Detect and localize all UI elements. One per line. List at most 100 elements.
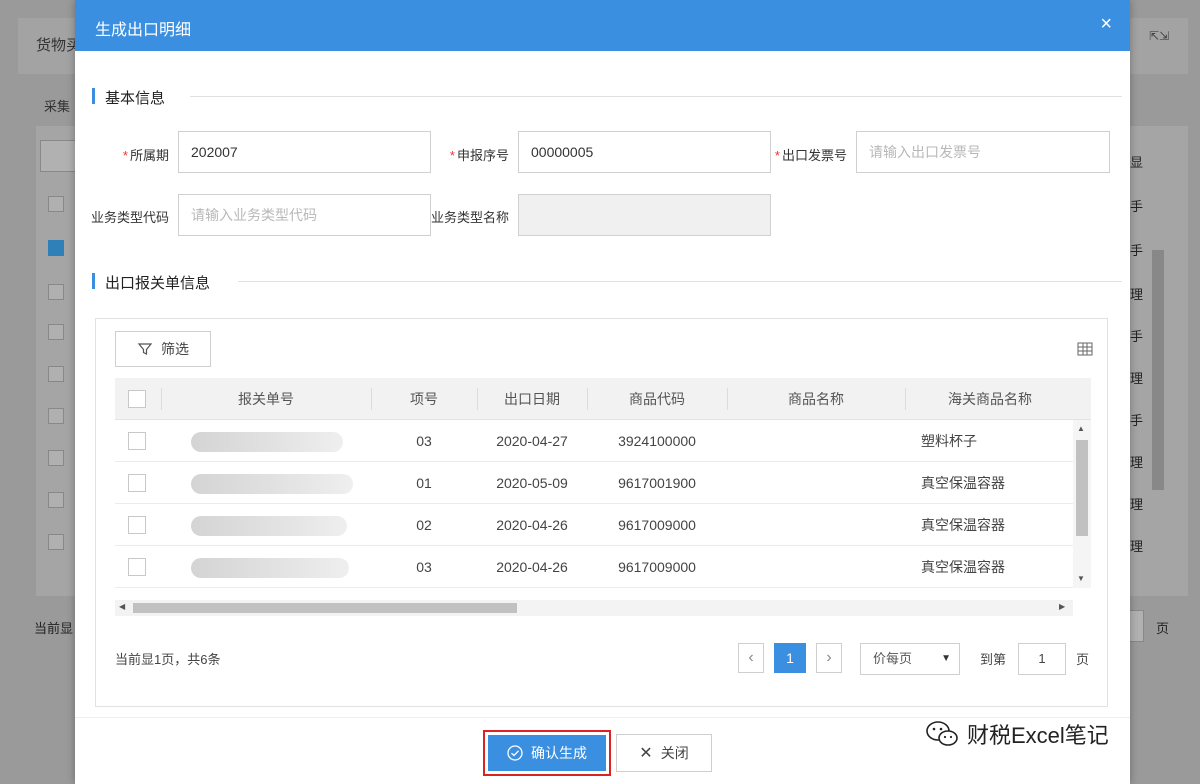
blurred-declaration-no: [191, 516, 347, 536]
table-header: 报关单号 项号 出口日期 商品代码 商品名称 海关商品名称: [115, 378, 1091, 420]
background-right-item: 手: [1130, 329, 1144, 344]
biztype-name-label: 业务类型名称: [430, 210, 509, 225]
cell-customs-goods-name: 真空保温容器: [921, 475, 1005, 491]
row-checkbox[interactable]: [128, 516, 146, 534]
cell-goods-name: [727, 420, 905, 462]
cell-goods-name: [727, 462, 905, 504]
background-right-item: 理: [1130, 455, 1144, 470]
current-page-button[interactable]: 1: [774, 643, 806, 673]
column-header-customs-goods-name[interactable]: 海关商品名称: [905, 378, 1075, 420]
section-divider: [238, 281, 1122, 282]
background-right-item: 理: [1130, 287, 1144, 302]
page-suffix: 页: [1076, 652, 1090, 667]
cell-item-no: 02: [416, 517, 432, 533]
row-checkbox[interactable]: [128, 474, 146, 492]
watermark: 财税Excel笔记: [925, 716, 1109, 752]
customs-table-panel: 筛选 报关单号 项号 出口日期 商品代码 商品名称 海关商品名称 03 2020…: [95, 318, 1108, 707]
background-footer-page: 页: [1156, 621, 1170, 636]
background-checkbox: [48, 366, 64, 382]
vertical-scroll-thumb[interactable]: [1076, 440, 1088, 536]
background-checkbox: [48, 284, 64, 300]
filter-button[interactable]: 筛选: [115, 331, 211, 367]
expand-icon: ⇱⇲: [1148, 29, 1170, 43]
section-customs-info: 出口报关单信息: [92, 271, 1122, 292]
cell-export-date: 2020-04-27: [496, 433, 568, 449]
biztype-name-input: [518, 194, 771, 236]
watermark-text: 财税Excel笔记: [967, 723, 1109, 748]
pager-info: 当前显1页，共6条: [115, 652, 221, 667]
generate-export-detail-dialog: 生成出口明细 × 基本信息 * 所属期 202007 * 申报序号 00000005…: [75, 0, 1130, 784]
section-divider: [190, 96, 1122, 97]
section-title: 基本信息: [105, 90, 166, 107]
period-input[interactable]: 202007: [178, 131, 431, 173]
section-accent-bar: [92, 88, 95, 104]
cell-goods-name: [727, 504, 905, 546]
funnel-icon: [137, 343, 153, 355]
cell-goods-code: 3924100000: [618, 433, 696, 449]
scroll-down-icon[interactable]: ▼: [1077, 574, 1085, 583]
background-checkbox: [48, 196, 64, 212]
column-header-item-no[interactable]: 项号: [371, 378, 477, 420]
page-size-select[interactable]: 价每页 ▼: [860, 643, 960, 675]
biztype-code-input[interactable]: 请输入业务类型代码: [178, 194, 431, 236]
prev-page-button[interactable]: ‹: [738, 643, 764, 673]
row-checkbox[interactable]: [128, 558, 146, 576]
dropdown-arrow-icon: ▼: [941, 653, 951, 664]
background-checkbox: [48, 534, 64, 550]
section-basic-info: 基本信息: [92, 86, 1122, 107]
check-circle-icon: [507, 745, 523, 761]
goto-label: 到第: [980, 652, 1007, 667]
serial-input[interactable]: 00000005: [518, 131, 771, 173]
close-x-icon: ✕: [639, 745, 653, 762]
cell-customs-goods-name: 塑料杯子: [921, 433, 977, 449]
background-tab: 采集: [44, 99, 71, 114]
cell-customs-goods-name: 真空保温容器: [921, 559, 1005, 575]
background-footer-info: 当前显: [34, 621, 74, 636]
row-checkbox[interactable]: [128, 432, 146, 450]
background-right-item: 显: [1130, 155, 1144, 170]
background-right-item: 手: [1130, 199, 1144, 214]
period-label-text: 所属期: [129, 148, 169, 163]
confirm-generate-button[interactable]: 确认生成: [488, 735, 606, 771]
period-label: * 所属期: [122, 148, 169, 163]
background-checkbox: [48, 492, 64, 508]
table-row[interactable]: 02 2020-04-26 9617009000 真空保温容器: [115, 504, 1073, 546]
background-right-item: 手: [1130, 413, 1144, 428]
cell-export-date: 2020-05-09: [496, 475, 568, 491]
background-right-item: 理: [1130, 497, 1144, 512]
table-row[interactable]: 03 2020-04-27 3924100000 塑料杯子: [115, 420, 1073, 462]
column-header-export-date[interactable]: 出口日期: [477, 378, 587, 420]
filter-label: 筛选: [161, 341, 189, 357]
horizontal-scroll-thumb[interactable]: [133, 603, 517, 613]
column-header-goods-code[interactable]: 商品代码: [587, 378, 727, 420]
cell-goods-code: 9617009000: [618, 517, 696, 533]
invoice-input[interactable]: 请输入出口发票号: [856, 131, 1110, 173]
column-header-goods-name[interactable]: 商品名称: [727, 378, 905, 420]
column-header-declaration-no[interactable]: 报关单号: [161, 378, 371, 420]
column-settings-icon[interactable]: [1077, 341, 1093, 357]
vertical-scrollbar[interactable]: ▲ ▼: [1073, 420, 1091, 588]
goto-page-input[interactable]: 1: [1018, 643, 1066, 675]
confirm-highlight-frame: 确认生成: [483, 730, 611, 776]
close-icon[interactable]: ×: [1100, 13, 1112, 35]
background-checkbox-checked: [48, 240, 64, 256]
blurred-declaration-no: [191, 558, 349, 578]
background-filter-button: [40, 140, 80, 172]
horizontal-scrollbar[interactable]: ◀ ▶: [115, 600, 1073, 616]
section-accent-bar: [92, 273, 95, 289]
scroll-left-icon[interactable]: ◀: [119, 602, 125, 611]
close-button[interactable]: ✕ 关闭: [616, 734, 712, 772]
confirm-label: 确认生成: [531, 745, 587, 761]
scroll-right-icon[interactable]: ▶: [1059, 602, 1065, 611]
table-row[interactable]: 01 2020-05-09 9617001900 真空保温容器: [115, 462, 1073, 504]
page-size-label: 价每页: [873, 651, 913, 666]
table-row[interactable]: 03 2020-04-26 9617009000 真空保温容器: [115, 546, 1073, 588]
background-checkbox: [48, 450, 64, 466]
select-all-checkbox[interactable]: [128, 390, 146, 408]
blurred-declaration-no: [191, 474, 353, 494]
dialog-header: 生成出口明细 ×: [75, 0, 1130, 51]
scroll-up-icon[interactable]: ▲: [1077, 424, 1085, 433]
background-checkbox: [48, 324, 64, 340]
next-page-button[interactable]: ›: [816, 643, 842, 673]
close-label: 关闭: [660, 745, 689, 761]
